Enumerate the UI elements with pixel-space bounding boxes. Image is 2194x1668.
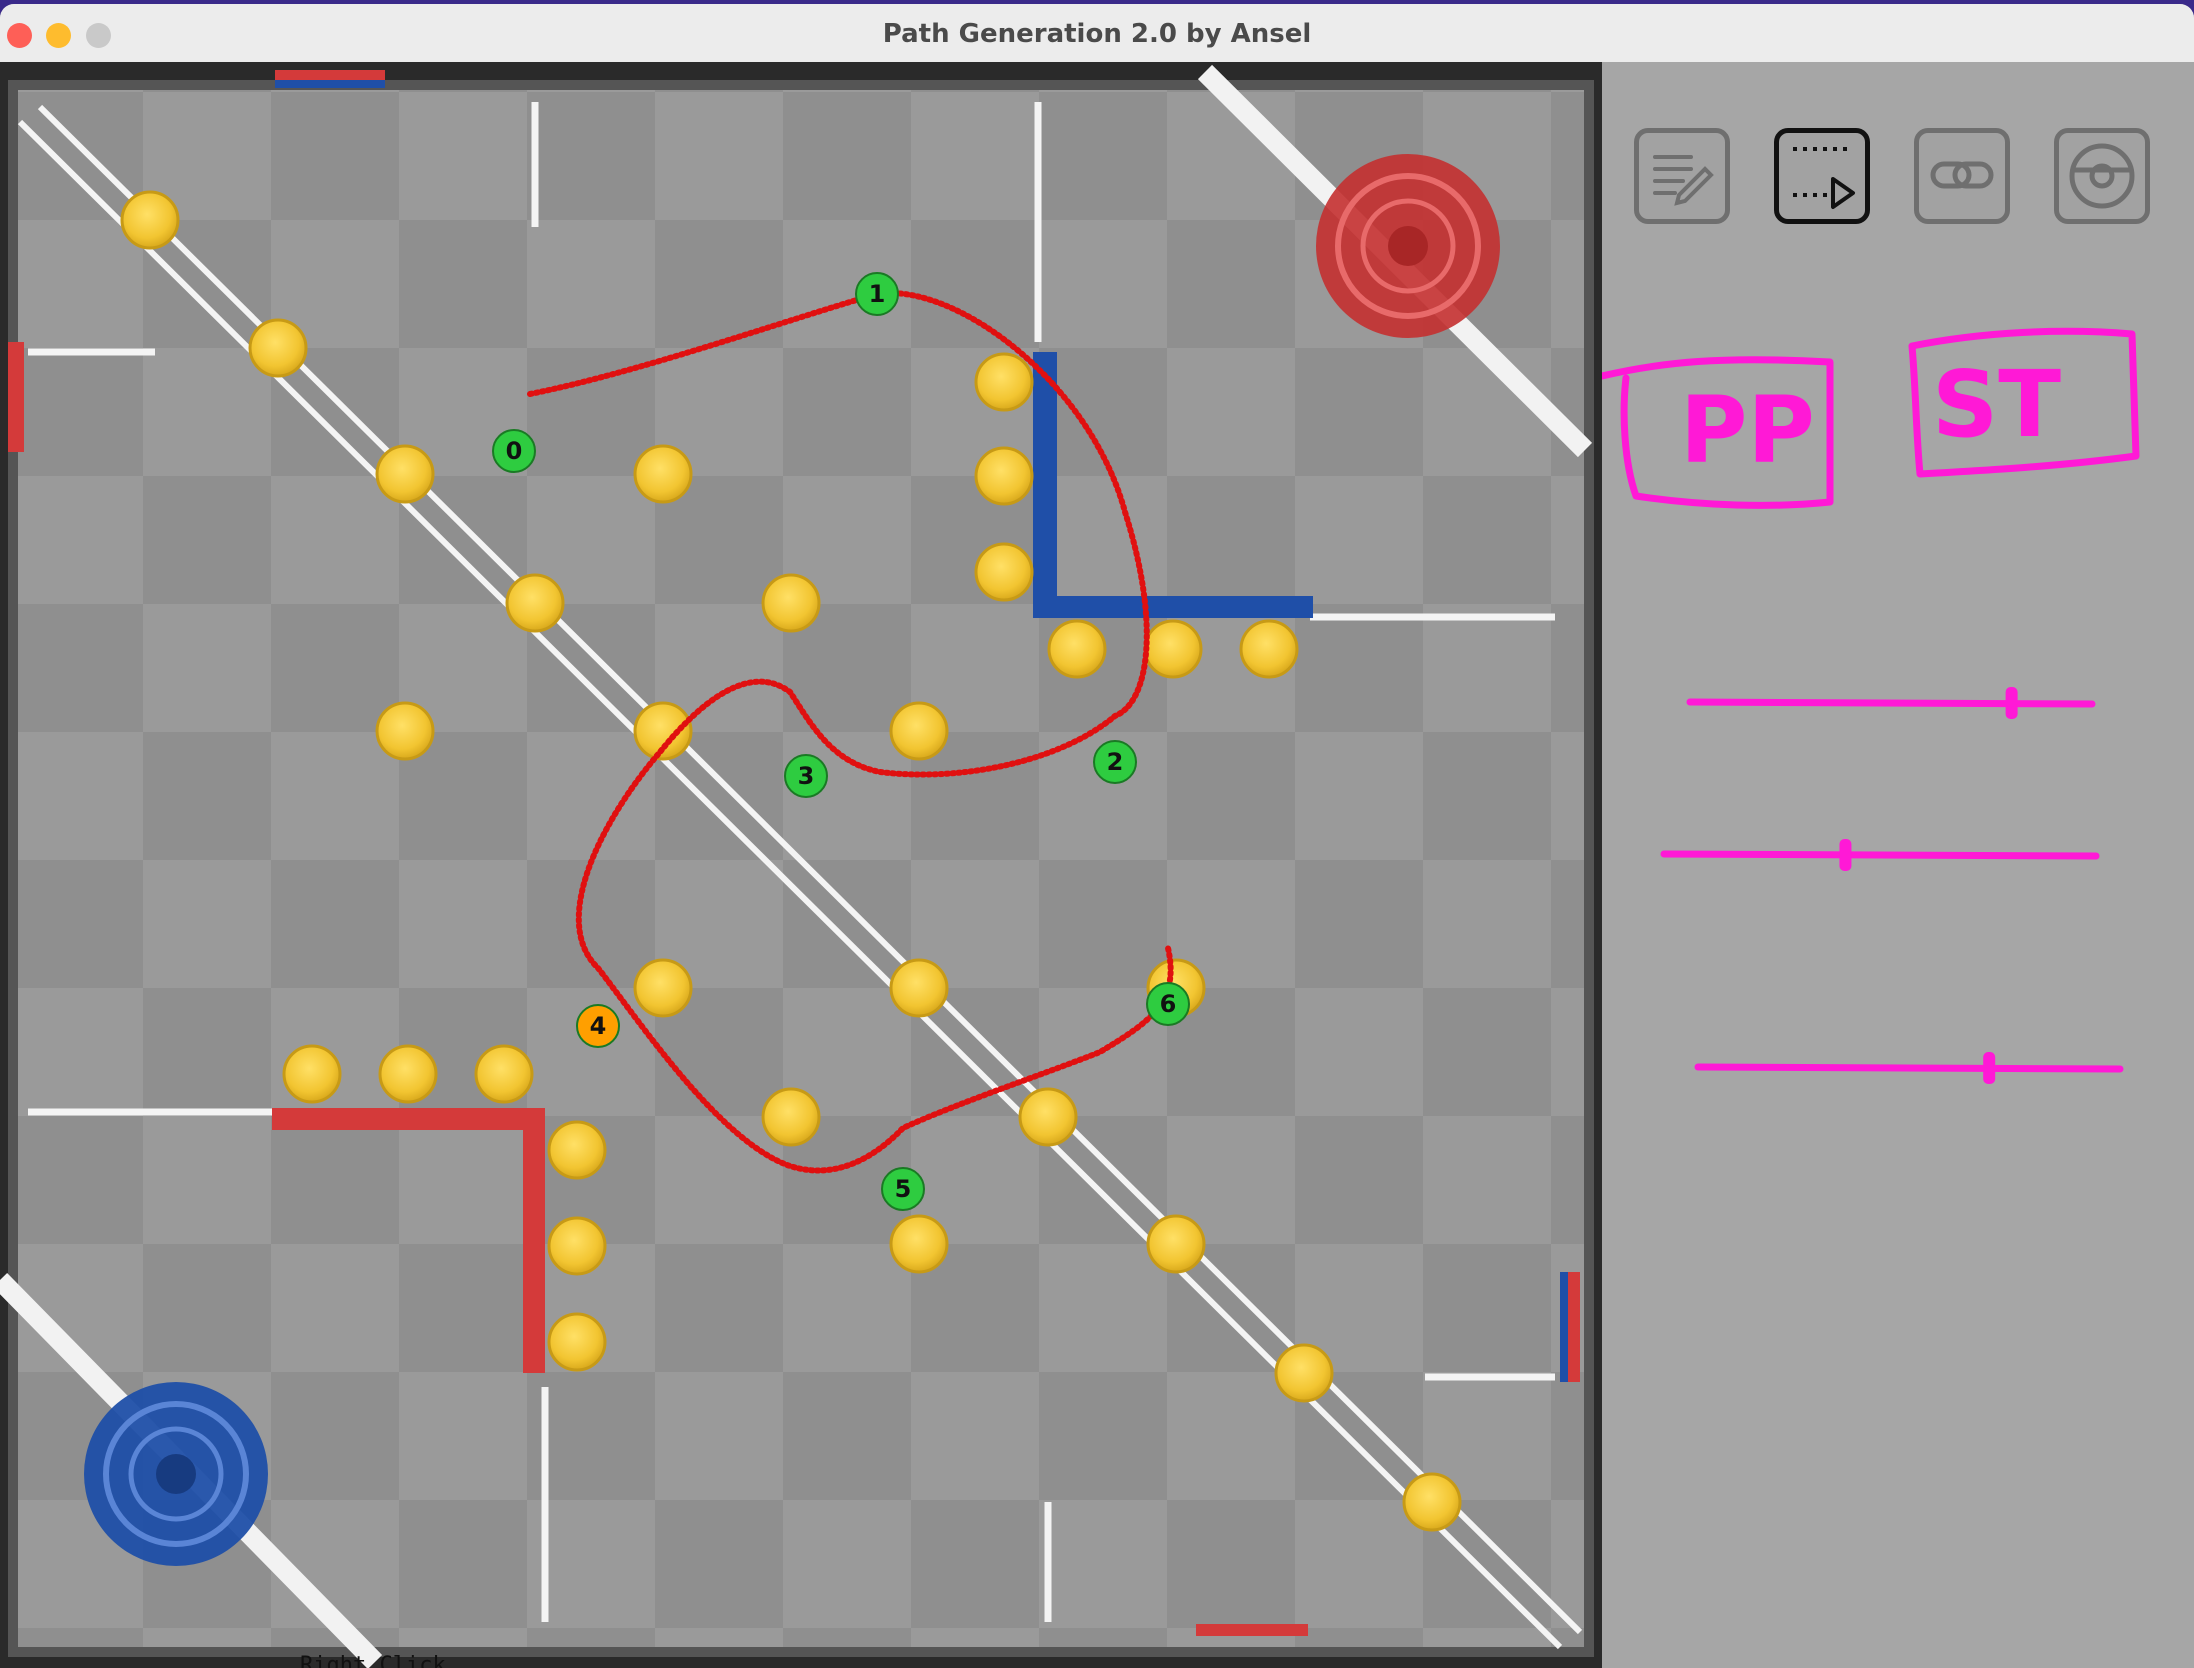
waypoint-label: 3 <box>798 762 815 790</box>
waypoint-0[interactable]: 0 <box>492 429 536 473</box>
slider-3-track[interactable] <box>1694 1063 2124 1073</box>
waypoint-6[interactable]: 6 <box>1146 982 1190 1026</box>
waypoint-label: 1 <box>869 280 886 308</box>
waypoint-label: 2 <box>1107 748 1124 776</box>
right-wall <box>1584 80 1594 1657</box>
waypoint-3[interactable]: 3 <box>784 754 828 798</box>
bottom-wall <box>8 1647 1592 1657</box>
field-canvas[interactable]: 0 1 2 3 4 5 6 Right Click <box>0 62 1602 1668</box>
waypoint-label: 6 <box>1160 990 1177 1018</box>
waypoint-5[interactable]: 5 <box>881 1167 925 1211</box>
app-window: Path Generation 2.0 by Ansel 0 1 2 3 4 5… <box>0 4 2194 1668</box>
slider-3-knob[interactable] <box>1983 1052 1996 1084</box>
pp-label: PP <box>1680 377 1815 484</box>
st-label: ST <box>1932 351 2061 458</box>
left-wall <box>8 80 18 1657</box>
waypoint-label: 4 <box>590 1012 607 1040</box>
waypoint-4[interactable]: 4 <box>576 1004 620 1048</box>
blue-goal <box>84 1382 268 1566</box>
side-panel: PP ST <box>1602 62 2194 1668</box>
waypoint-label: 5 <box>895 1175 912 1203</box>
blue-station-top <box>275 80 385 88</box>
red-station-left <box>8 342 24 452</box>
slider-2-knob[interactable] <box>1839 839 1852 871</box>
field-svg[interactable]: 0 1 2 3 4 5 6 <box>0 62 1602 1668</box>
annotation-layer: PP ST <box>1602 327 2140 1084</box>
waypoint-label: 0 <box>506 437 523 465</box>
top-wall <box>8 80 1592 90</box>
red-station-right <box>1568 1272 1580 1382</box>
title-bar: Path Generation 2.0 by Ansel <box>0 4 2194 63</box>
waypoint-2[interactable]: 2 <box>1093 740 1137 784</box>
window-title: Path Generation 2.0 by Ansel <box>882 19 1312 49</box>
slider-2-track[interactable] <box>1660 850 2100 860</box>
slider-1-knob[interactable] <box>2005 687 2018 719</box>
field-floor <box>15 87 1585 1652</box>
status-text: Right Click <box>300 1653 446 1668</box>
red-goal <box>1316 154 1500 338</box>
red-station-bottom <box>1196 1624 1308 1636</box>
waypoint-1[interactable]: 1 <box>855 272 899 316</box>
slider-1-track[interactable] <box>1686 698 2096 708</box>
